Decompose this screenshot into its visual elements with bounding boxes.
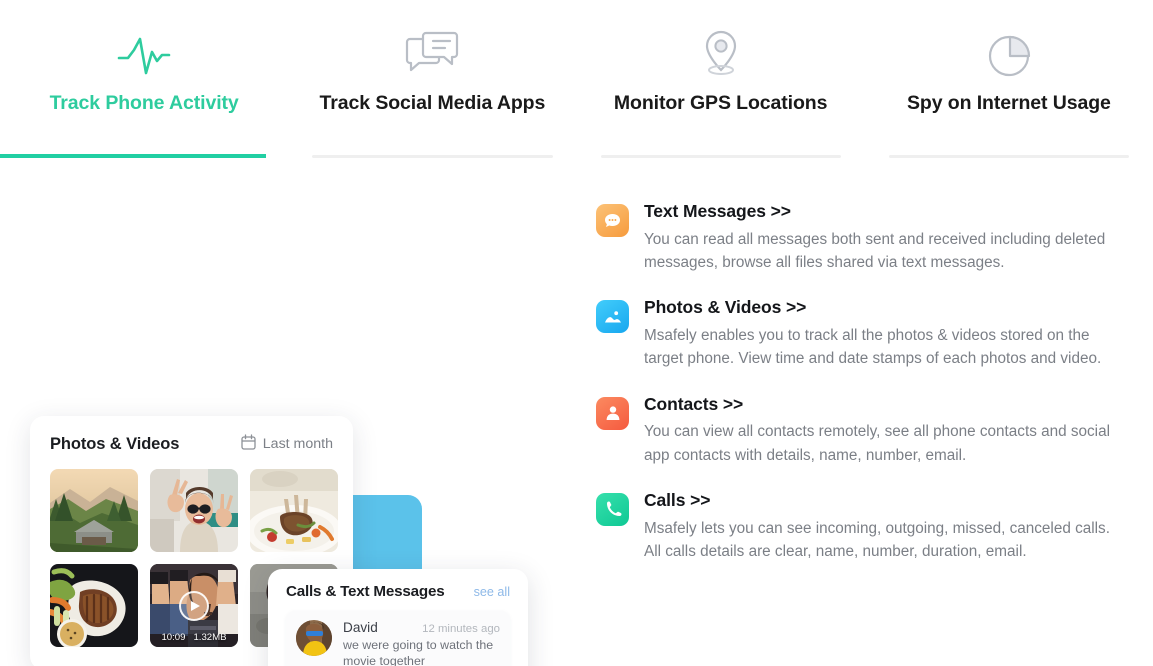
calls-card-title: Calls & Text Messages — [286, 583, 445, 600]
message-list-item[interactable]: David 12 minutes ago we were going to wa… — [286, 611, 510, 666]
feature-description: You can read all messages both sent and … — [644, 230, 1106, 271]
tab-spy-on-internet-usage[interactable]: Spy on Internet Usage — [865, 0, 1153, 158]
message-timestamp: 12 minutes ago — [422, 623, 500, 635]
calendar-icon — [241, 434, 256, 454]
david-avatar — [296, 620, 332, 656]
feature-text-messages: Text Messages >> You can read all messag… — [596, 200, 1116, 274]
feature-tabs: Track Phone Activity Track Social Media … — [0, 0, 1153, 158]
feature-list: Text Messages >> You can read all messag… — [596, 200, 1116, 563]
pie-chart-icon — [983, 26, 1035, 82]
feature-body: Photos & Videos >> Msafely enables you t… — [644, 296, 1116, 370]
cabin-mountain-photo[interactable] — [50, 469, 138, 552]
steak-vegetables-photo[interactable] — [50, 564, 138, 647]
preview-illustration: Photos & Videos Last month 10:09 1.32MB … — [0, 175, 580, 666]
video-size: 1.32MB — [193, 632, 227, 643]
date-range-label: Last month — [262, 436, 333, 452]
see-all-link[interactable]: see all — [474, 585, 510, 599]
message-header: David 12 minutes ago — [343, 620, 500, 635]
video-play-icon[interactable] — [179, 590, 209, 621]
message-preview: we were going to watch the movie togethe… — [343, 638, 494, 666]
photos-card-header: Photos & Videos Last month — [50, 434, 333, 454]
feature-photos-videos: Photos & Videos >> Msafely enables you t… — [596, 296, 1116, 370]
tab-track-social-media-apps[interactable]: Track Social Media Apps — [288, 0, 576, 158]
tab-underline-active — [0, 154, 267, 158]
photos-card-title: Photos & Videos — [50, 434, 180, 453]
location-pin-icon — [695, 26, 747, 82]
feature-title-link[interactable]: Contacts >> — [644, 393, 1116, 416]
message-bubble-icon — [596, 204, 629, 237]
person-icon — [596, 396, 629, 430]
pulse-icon — [115, 26, 173, 82]
chat-icon — [404, 26, 460, 82]
tab-underline — [312, 155, 553, 158]
feature-title-link[interactable]: Calls >> — [644, 489, 1116, 512]
feature-body: Contacts >> You can view all contacts re… — [644, 393, 1116, 467]
tab-track-phone-activity[interactable]: Track Phone Activity — [0, 0, 288, 158]
tab-label: Track Social Media Apps — [319, 92, 546, 114]
feature-description: You can view all contacts remotely, see … — [644, 423, 1110, 464]
video-meta: 10:09 1.32MB — [150, 632, 238, 643]
phone-icon — [596, 492, 629, 526]
party-dancing-video[interactable]: 10:09 1.32MB — [150, 564, 238, 647]
tab-underline — [600, 155, 841, 158]
message-body: David 12 minutes ago we were going to wa… — [343, 620, 500, 666]
feature-body: Text Messages >> You can read all messag… — [644, 200, 1116, 274]
date-range-selector[interactable]: Last month — [241, 434, 333, 454]
tab-monitor-gps-locations[interactable]: Monitor GPS Locations — [577, 0, 865, 158]
feature-calls: Calls >> Msafely lets you can see incomi… — [596, 489, 1116, 563]
calls-card-header: Calls & Text Messages see all — [286, 583, 510, 600]
feature-body: Calls >> Msafely lets you can see incomi… — [644, 489, 1116, 563]
tab-label: Track Phone Activity — [49, 92, 239, 114]
page-root: Track Phone Activity Track Social Media … — [0, 0, 1153, 666]
feature-title-link[interactable]: Text Messages >> — [644, 200, 1116, 223]
feature-description: Msafely lets you can see incoming, outgo… — [644, 519, 1110, 560]
woman-peace-sign-photo[interactable] — [150, 469, 238, 552]
lamb-chops-plate-photo[interactable] — [250, 469, 338, 552]
tab-label: Monitor GPS Locations — [613, 92, 828, 114]
feature-description: Msafely enables you to track all the pho… — [644, 327, 1102, 368]
blue-decorative-shape-top — [350, 495, 422, 570]
tab-underline — [888, 155, 1129, 158]
feature-contacts: Contacts >> You can view all contacts re… — [596, 393, 1116, 467]
image-icon — [596, 300, 629, 334]
contact-name: David — [343, 620, 378, 635]
feature-title-link[interactable]: Photos & Videos >> — [644, 296, 1116, 319]
video-duration: 10:09 — [161, 632, 186, 643]
tab-label: Spy on Internet Usage — [906, 92, 1111, 114]
calls-text-messages-card: Calls & Text Messages see all David 12 m… — [268, 569, 528, 666]
